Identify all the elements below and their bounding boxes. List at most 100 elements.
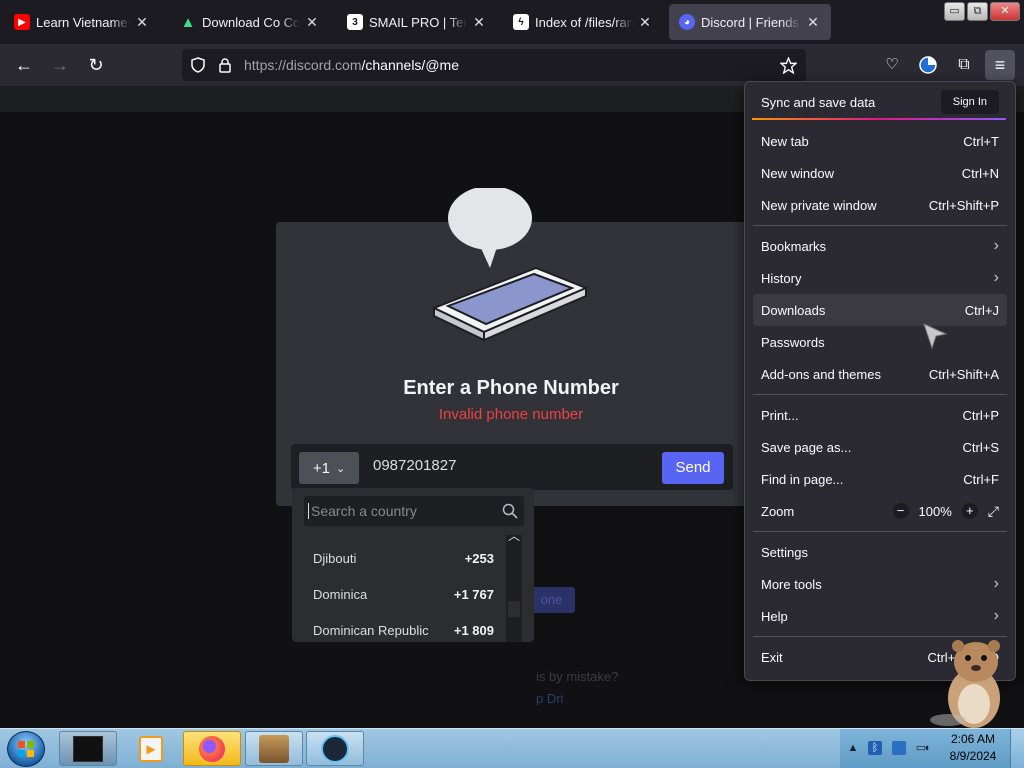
tracking-shield-icon[interactable]	[190, 57, 206, 73]
sync-label: Sync and save data	[761, 94, 876, 110]
background-text: is by mistake?	[536, 669, 619, 684]
country-code: +253	[464, 550, 494, 566]
bookmark-star-icon[interactable]	[780, 57, 797, 74]
hamster-sticker	[930, 640, 1000, 728]
menu-item-bookmarks[interactable]: Bookmarks ›	[753, 230, 1007, 262]
send-button[interactable]: Send	[662, 452, 724, 484]
clock[interactable]: 2:06 AM 8/9/2024	[948, 731, 998, 765]
hamburger-menu-icon[interactable]: ≡	[985, 50, 1015, 80]
scrollbar-thumb[interactable]	[508, 601, 520, 617]
url-bar[interactable]: https://discord.com/channels/@me	[182, 49, 806, 81]
menu-item-new-private-window[interactable]: New private window Ctrl+Shift+P	[753, 189, 1007, 221]
chevron-right-icon: ›	[993, 237, 999, 254]
tab-title: SMAIL PRO | Temp mail	[369, 14, 467, 30]
error-message: Invalid phone number	[438, 406, 584, 423]
reload-icon[interactable]: ↻	[84, 53, 108, 77]
country-list-scrollbar[interactable]: ︿	[506, 529, 522, 642]
menu-separator	[753, 394, 1007, 395]
chevron-right-icon: ›	[993, 607, 999, 624]
menu-item-new-tab[interactable]: New tab Ctrl+T	[753, 125, 1007, 157]
minimize-button[interactable]: ▭	[944, 2, 965, 21]
lock-icon[interactable]	[218, 57, 232, 73]
menu-item-find-in-page[interactable]: Find in page... Ctrl+F	[753, 463, 1007, 495]
back-icon[interactable]: ←	[12, 53, 36, 77]
chevron-up-icon[interactable]: ︿	[506, 527, 522, 544]
country-name: Dominican Republic	[313, 622, 429, 638]
taskbar-steam[interactable]	[306, 731, 364, 766]
show-desktop-button[interactable]	[1010, 729, 1024, 768]
youtube-icon: ▶	[14, 14, 30, 30]
zoom-level[interactable]: 100%	[919, 504, 952, 519]
chevron-down-icon: ⌄	[335, 462, 346, 475]
menu-item-more-tools[interactable]: More tools ›	[753, 568, 1007, 600]
tab-smail[interactable]: 3 SMAIL PRO | Temp mail ✕	[337, 4, 497, 40]
menu-item-help[interactable]: Help ›	[753, 600, 1007, 632]
taskbar-firefox[interactable]	[183, 731, 241, 766]
background-button: one	[528, 587, 575, 613]
tab-strip: ▶ Learn Vietnamese through ✕ ▲ Download …	[0, 0, 1024, 44]
close-tab-icon[interactable]: ✕	[637, 14, 653, 31]
close-tab-icon[interactable]: ✕	[134, 14, 150, 31]
steam-icon	[321, 734, 349, 763]
tab-title: Learn Vietnamese through	[36, 14, 130, 30]
clock-date: 8/9/2024	[949, 749, 997, 763]
menu-item-new-window[interactable]: New window Ctrl+N	[753, 157, 1007, 189]
menu-item-addons-themes[interactable]: Add-ons and themes Ctrl+Shift+A	[753, 358, 1007, 390]
menu-item-downloads[interactable]: Downloads Ctrl+J	[753, 294, 1007, 326]
country-name: Dominica	[313, 586, 368, 602]
phone-input-bar: +1 ⌄ 0987201827 Send	[291, 444, 733, 490]
country-name: Djibouti	[313, 550, 357, 566]
tab-youtube[interactable]: ▶ Learn Vietnamese through ✕	[4, 4, 160, 40]
tab-discord[interactable]: ◕ Discord | Friends ✕	[669, 4, 831, 40]
tab-index-files[interactable]: ϟ Index of /files/random ✕	[503, 4, 663, 40]
pocket-icon[interactable]: ♡	[880, 53, 904, 77]
phone-number-input[interactable]: 0987201827	[373, 457, 456, 474]
phone-illustration	[431, 188, 589, 342]
menu-item-passwords[interactable]: Passwords	[753, 326, 1007, 358]
account-icon[interactable]	[916, 53, 940, 77]
firefox-icon	[199, 735, 225, 762]
taskbar-media-player[interactable]: ▶	[122, 731, 180, 766]
url-text[interactable]: https://discord.com/channels/@me	[244, 57, 459, 73]
menu-item-history[interactable]: History ›	[753, 262, 1007, 294]
country-search-input[interactable]: Search a country	[304, 496, 524, 526]
taskbar-game-box[interactable]	[245, 731, 303, 766]
restore-button[interactable]: ⧉	[967, 2, 988, 21]
menu-item-print[interactable]: Print... Ctrl+P	[753, 399, 1007, 431]
search-placeholder: Search a country	[308, 503, 417, 519]
display-icon[interactable]	[892, 741, 906, 755]
list-item[interactable]: Dominican Republic +1 809	[292, 612, 516, 642]
tab-title: Discord | Friends	[701, 14, 800, 30]
chevron-right-icon: ›	[993, 575, 999, 592]
country-list: Djibouti +253 Dominica +1 767 Dominican …	[292, 540, 516, 642]
bluetooth-icon[interactable]: ᛒ	[868, 741, 882, 755]
list-item[interactable]: Djibouti +253	[292, 540, 516, 576]
close-tab-icon[interactable]: ✕	[805, 14, 821, 31]
window-controls: ▭ ⧉ ✕	[944, 2, 1020, 21]
zoom-in-button[interactable]: +	[961, 503, 978, 519]
menu-item-save-page[interactable]: Save page as... Ctrl+S	[753, 431, 1007, 463]
close-window-button[interactable]: ✕	[990, 2, 1020, 21]
taskbar-terminal[interactable]	[59, 731, 117, 766]
list-item[interactable]: Dominica +1 767	[292, 576, 516, 612]
sync-row[interactable]: Sync and save data Sign In	[753, 86, 1007, 118]
close-tab-icon[interactable]: ✕	[304, 14, 320, 31]
fullscreen-icon[interactable]: ⤢	[988, 503, 999, 520]
country-code: +1 767	[453, 586, 494, 602]
zoom-out-button[interactable]: −	[892, 503, 909, 519]
show-hidden-icons[interactable]: ▲	[846, 741, 860, 755]
country-code-dropdown[interactable]: +1 ⌄	[299, 452, 359, 484]
extensions-icon[interactable]: ⧉	[952, 53, 976, 77]
country-code: +1 809	[453, 622, 494, 638]
menu-separator	[753, 531, 1007, 532]
lightning-icon: ϟ	[513, 14, 529, 30]
forward-icon[interactable]: →	[48, 53, 72, 77]
close-tab-icon[interactable]: ✕	[471, 14, 487, 31]
tab-apkcombo[interactable]: ▲ Download Co Co: Magic ✕	[170, 4, 330, 40]
sign-in-button[interactable]: Sign In	[940, 90, 999, 114]
start-button[interactable]	[7, 731, 45, 767]
sync-gradient-divider	[752, 118, 1006, 120]
menu-item-settings[interactable]: Settings	[753, 536, 1007, 568]
volume-icon[interactable]: ◖	[920, 741, 934, 755]
country-code-label: +1	[312, 459, 330, 477]
